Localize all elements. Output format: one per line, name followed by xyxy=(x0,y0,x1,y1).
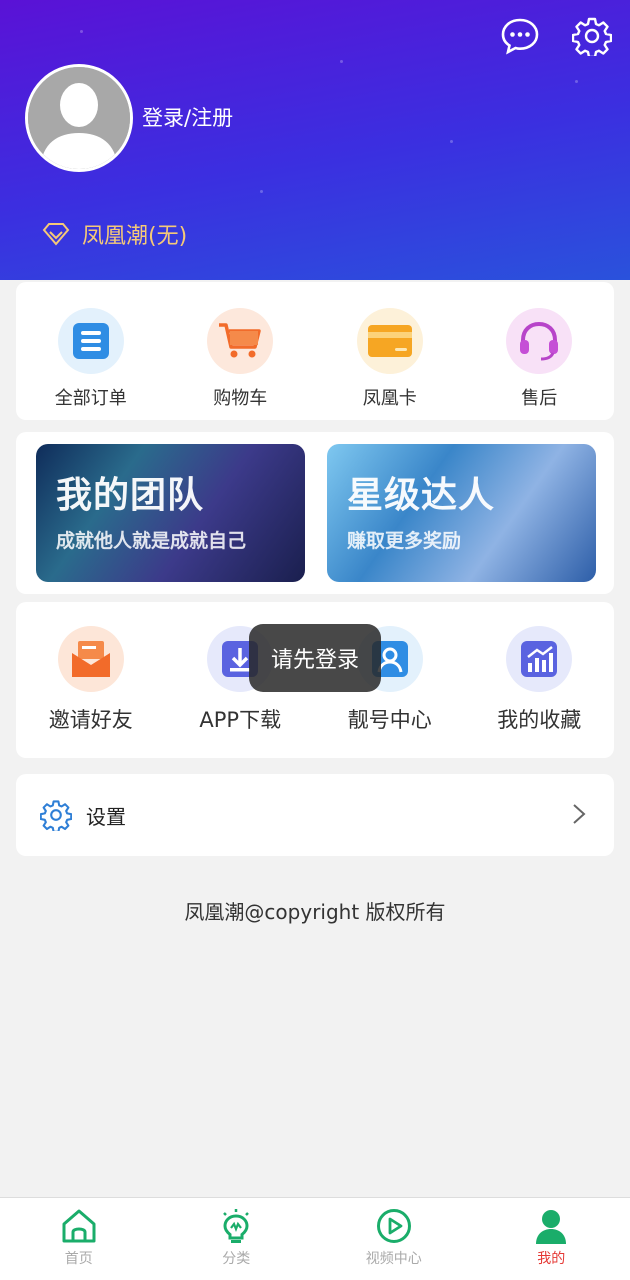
mail-icon xyxy=(57,626,124,692)
tab-home-label: 首页 xyxy=(64,1251,93,1267)
bulb-icon xyxy=(223,1209,250,1243)
decor-dot xyxy=(260,190,263,193)
member-level: 凤凰潮(无) xyxy=(42,218,187,250)
phoenix-card-button[interactable]: 凤凰卡 xyxy=(315,308,465,410)
invite-friends-label: 邀请好友 xyxy=(48,708,133,732)
tab-category[interactable]: 分类 xyxy=(158,1198,316,1280)
tab-video-center-label: 视频中心 xyxy=(365,1251,422,1267)
after-sales-button[interactable]: 售后 xyxy=(465,308,615,410)
settings-label: 设置 xyxy=(86,804,126,829)
diamond-icon xyxy=(42,223,70,246)
gear-icon[interactable] xyxy=(571,16,613,59)
headset-icon xyxy=(506,308,573,374)
login-register-link[interactable]: 登录/注册 xyxy=(142,102,233,132)
settings-row[interactable]: 设置 xyxy=(16,774,614,856)
cart-button[interactable]: 购物车 xyxy=(166,308,316,410)
after-sales-label: 售后 xyxy=(521,388,558,409)
avatar[interactable] xyxy=(25,64,133,172)
my-team-banner[interactable]: 我的团队 成就他人就是成就自己 xyxy=(36,444,305,582)
banner-title: 星级达人 xyxy=(347,475,496,516)
order-shortcuts: 全部订单 购物车 凤凰卡 售后 xyxy=(16,282,614,420)
card-icon xyxy=(356,308,423,374)
cart-label: 购物车 xyxy=(213,388,268,409)
chart-icon xyxy=(506,626,573,692)
invite-friends-button[interactable]: 邀请好友 xyxy=(16,626,166,734)
decor-dot xyxy=(340,60,343,63)
bottom-tab-bar: 首页 分类 视频中心 我的 xyxy=(0,1197,630,1280)
app-download-label: APP下载 xyxy=(199,708,282,732)
star-expert-banner[interactable]: 星级达人 赚取更多奖励 xyxy=(327,444,596,582)
all-orders-label: 全部订单 xyxy=(54,388,127,409)
my-favorites-button[interactable]: 我的收藏 xyxy=(465,626,615,734)
tab-mine[interactable]: 我的 xyxy=(473,1198,630,1280)
tab-video-center[interactable]: 视频中心 xyxy=(315,1198,473,1280)
play-icon xyxy=(376,1209,411,1243)
banner-title: 我的团队 xyxy=(56,475,205,516)
banner-subtitle: 成就他人就是成就自己 xyxy=(56,530,247,552)
member-level-label: 凤凰潮(无) xyxy=(82,224,188,249)
tab-mine-label: 我的 xyxy=(537,1251,566,1267)
my-favorites-label: 我的收藏 xyxy=(497,708,582,732)
banner-subtitle: 赚取更多奖励 xyxy=(347,530,462,552)
decor-dot xyxy=(80,30,83,33)
copyright-text: 凤凰潮@copyright 版权所有 xyxy=(184,900,446,924)
tab-category-label: 分类 xyxy=(222,1251,251,1267)
all-orders-button[interactable]: 全部订单 xyxy=(16,308,166,410)
order-list-icon xyxy=(57,308,124,374)
profile-header: 登录/注册 凤凰潮(无) xyxy=(0,0,630,280)
decor-dot xyxy=(450,140,453,143)
phoenix-card-label: 凤凰卡 xyxy=(362,388,417,409)
home-icon xyxy=(62,1209,96,1243)
user-icon xyxy=(536,1210,567,1244)
decor-dot xyxy=(575,80,578,83)
chat-icon[interactable] xyxy=(500,16,540,56)
settings-gear-icon xyxy=(40,800,72,831)
tab-home[interactable]: 首页 xyxy=(0,1198,158,1280)
chevron-right-icon xyxy=(573,804,586,824)
cart-icon xyxy=(207,308,274,374)
vanity-number-center-label: 靓号中心 xyxy=(347,708,432,732)
login-required-toast: 请先登录 xyxy=(249,624,381,692)
